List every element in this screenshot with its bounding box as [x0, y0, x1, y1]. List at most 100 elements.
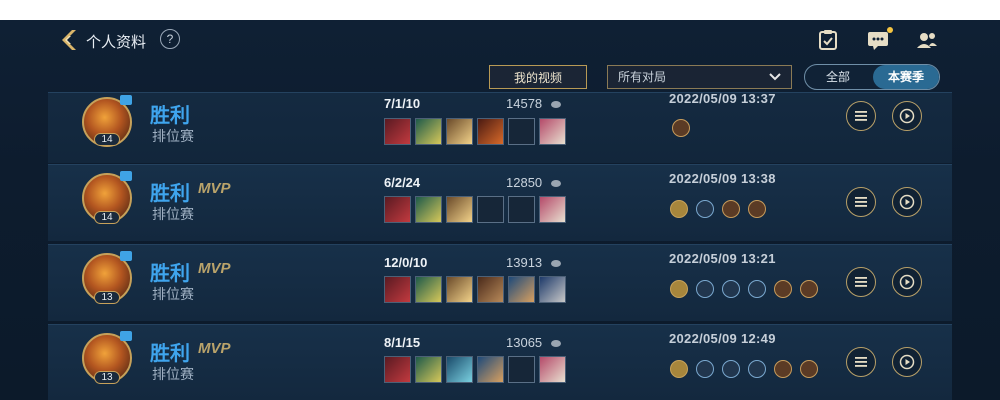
hero-level-badge: 13	[94, 291, 120, 304]
back-arrow-icon[interactable]	[56, 28, 80, 52]
item-icon	[477, 276, 504, 303]
assist-badge-icon	[748, 280, 766, 298]
coin-icon	[551, 260, 561, 267]
item-icon	[415, 196, 442, 223]
team-icon	[120, 251, 132, 261]
chat-icon[interactable]	[866, 29, 890, 51]
item-icon	[446, 118, 473, 145]
replay-button[interactable]	[892, 187, 922, 217]
notification-dot	[887, 27, 893, 33]
item-icon	[477, 118, 504, 145]
match-mode: 排位赛	[152, 366, 194, 382]
gold-badge-icon	[800, 280, 818, 298]
team-icon	[120, 331, 132, 341]
match-date: 2022/05/09 13:37	[669, 91, 776, 106]
score: 14578	[506, 96, 543, 111]
gold-badge-icon	[774, 280, 792, 298]
match-result: 胜利	[150, 343, 190, 365]
match-details-button[interactable]	[846, 187, 876, 217]
match-mode: 排位赛	[152, 286, 194, 302]
match-row[interactable]: 13 胜利 MVP 排位赛 12/0/10 13913 2022/05/09 1…	[48, 244, 952, 321]
gold-badge-icon	[748, 200, 766, 218]
match-row[interactable]: 14 胜利 MVP 排位赛 6/2/24 12850 2022/05/09 13…	[48, 164, 952, 241]
item-icon	[415, 118, 442, 145]
mvp-s-badge-icon	[670, 280, 688, 298]
mvp-label: MVP	[198, 260, 231, 277]
item-icon	[415, 356, 442, 383]
page-title: 个人资料	[86, 34, 147, 51]
assist-badge-icon	[748, 360, 766, 378]
gold-badge-icon	[722, 200, 740, 218]
team-icon	[120, 95, 132, 105]
match-date: 2022/05/09 13:38	[669, 171, 776, 186]
match-details-button[interactable]	[846, 267, 876, 297]
item-icon	[384, 276, 411, 303]
empty-item-slot	[508, 196, 535, 223]
item-icon	[539, 118, 566, 145]
match-mode: 排位赛	[152, 128, 194, 144]
friends-icon[interactable]	[915, 29, 939, 51]
item-icon	[539, 276, 566, 303]
item-icon	[477, 356, 504, 383]
replay-button[interactable]	[892, 267, 922, 297]
empty-item-slot	[477, 196, 504, 223]
match-date: 2022/05/09 13:21	[669, 251, 776, 266]
list-icon	[855, 277, 867, 287]
play-icon	[899, 194, 915, 210]
kda: 8/1/15	[384, 335, 421, 350]
status-strip	[0, 0, 1000, 20]
mvp-label: MVP	[198, 340, 231, 357]
coin-icon	[551, 101, 561, 108]
match-type-value: 所有对局	[618, 70, 667, 84]
match-type-select[interactable]: 所有对局	[607, 65, 792, 89]
task-checklist-icon[interactable]	[816, 29, 840, 51]
gold-badge-icon	[672, 119, 690, 137]
kda: 6/2/24	[384, 175, 421, 190]
match-result: 胜利	[150, 183, 190, 205]
flag-badge-icon	[696, 360, 714, 378]
list-icon	[855, 357, 867, 367]
hero-level-badge: 14	[94, 133, 120, 146]
kda: 7/1/10	[384, 96, 421, 111]
my-videos-button[interactable]: 我的视频	[489, 65, 587, 89]
tab-this-season[interactable]: 本赛季	[873, 65, 939, 89]
empty-item-slot	[508, 118, 535, 145]
item-icon	[384, 356, 411, 383]
match-row[interactable]: 13 胜利 MVP 排位赛 8/1/15 13065 2022/05/09 12…	[48, 324, 952, 400]
empty-item-slot	[508, 356, 535, 383]
match-mode: 排位赛	[152, 206, 194, 222]
gold-badge-icon	[800, 360, 818, 378]
coin-icon	[551, 340, 561, 347]
score: 13913	[506, 255, 543, 270]
gold-badge-icon	[774, 360, 792, 378]
play-icon	[899, 108, 915, 124]
mvp-s-badge-icon	[670, 200, 688, 218]
match-details-button[interactable]	[846, 101, 876, 131]
item-icon	[446, 356, 473, 383]
hero-level-badge: 13	[94, 371, 120, 384]
replay-button[interactable]	[892, 347, 922, 377]
mvp-label: MVP	[198, 180, 231, 197]
item-icon	[539, 356, 566, 383]
item-icon	[446, 196, 473, 223]
item-icon	[415, 276, 442, 303]
match-date: 2022/05/09 12:49	[669, 331, 776, 346]
score: 13065	[506, 335, 543, 350]
assist-badge-icon	[722, 360, 740, 378]
tab-all[interactable]: 全部	[805, 65, 871, 89]
score: 12850	[506, 175, 543, 190]
list-icon	[855, 197, 867, 207]
item-icon	[508, 276, 535, 303]
season-toggle: 全部 本赛季	[804, 64, 940, 90]
chevron-down-icon	[769, 73, 781, 81]
match-row[interactable]: 14 胜利 排位赛 7/1/10 14578 2022/05/09 13:37	[48, 91, 952, 163]
match-result: 胜利	[150, 263, 190, 285]
match-details-button[interactable]	[846, 347, 876, 377]
kda: 12/0/10	[384, 255, 428, 270]
play-icon	[899, 274, 915, 290]
help-icon[interactable]: ?	[160, 29, 180, 49]
replay-button[interactable]	[892, 101, 922, 131]
play-icon	[899, 354, 915, 370]
item-icon	[384, 118, 411, 145]
match-result: 胜利	[150, 105, 190, 127]
